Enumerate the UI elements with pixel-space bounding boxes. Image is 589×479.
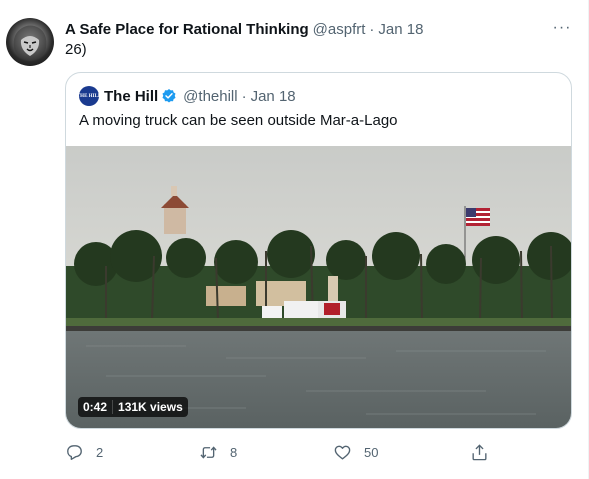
- tweet-actions: 2 8 50: [65, 440, 495, 464]
- share-icon: [472, 443, 487, 460]
- lion-avatar-image: [13, 25, 47, 61]
- like-count: 50: [364, 444, 379, 460]
- heart-icon: [334, 445, 351, 460]
- tweet[interactable]: A Safe Place for Rational Thinking @aspf…: [0, 0, 589, 479]
- retweet-count: 8: [230, 444, 238, 460]
- quoted-tweet-text: A moving truck can be seen outside Mar-a…: [79, 112, 398, 129]
- retweet-button[interactable]: 8: [199, 440, 237, 464]
- quoted-separator-dot: ·: [241, 87, 247, 105]
- tweet-text: 26): [65, 41, 87, 58]
- video-thumbnail: [66, 146, 571, 428]
- retweet-icon: [200, 445, 217, 459]
- quoted-author-handle[interactable]: @thehill: [183, 88, 237, 105]
- tweet-timestamp[interactable]: Jan 18: [378, 21, 423, 38]
- tweet-header: A Safe Place for Rational Thinking @aspf…: [65, 19, 423, 39]
- quoted-timestamp[interactable]: Jan 18: [251, 88, 296, 105]
- author-name[interactable]: A Safe Place for Rational Thinking: [65, 21, 309, 38]
- more-dots-icon: ···: [552, 19, 572, 36]
- author-handle[interactable]: @aspfrt: [313, 21, 366, 38]
- video-player[interactable]: 0:42 131K views: [66, 146, 571, 428]
- reply-count: 2: [96, 444, 104, 460]
- quoted-author-name[interactable]: The Hill: [104, 88, 158, 105]
- verified-badge-icon: [162, 89, 176, 103]
- reply-icon: [67, 444, 82, 460]
- quoted-tweet-header: THE HILL The Hill @thehill · Jan 18: [77, 86, 296, 106]
- reply-button[interactable]: 2: [65, 440, 103, 464]
- video-duration: 0:42: [83, 400, 108, 414]
- separator-dot: ·: [369, 20, 375, 38]
- share-button[interactable]: [470, 440, 501, 464]
- more-options-button[interactable]: ···: [548, 16, 576, 40]
- like-button[interactable]: 50: [333, 440, 378, 464]
- video-view-count: 131K views: [112, 400, 188, 414]
- quoted-tweet[interactable]: THE HILL The Hill @thehill · Jan 18 A mo…: [65, 72, 572, 429]
- video-stats-badge: 0:42 131K views: [78, 397, 188, 417]
- quoted-author-avatar[interactable]: THE HILL: [77, 86, 101, 106]
- author-avatar[interactable]: [6, 18, 54, 66]
